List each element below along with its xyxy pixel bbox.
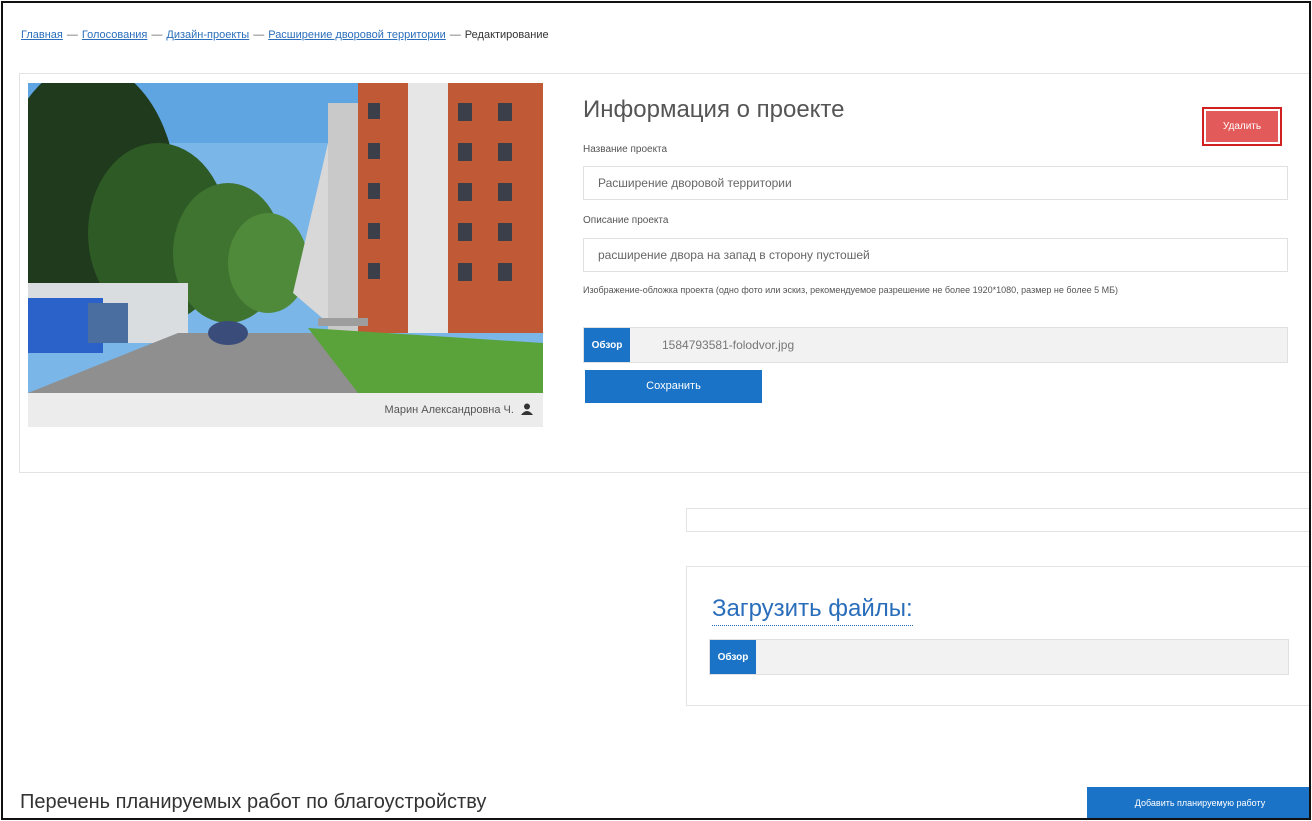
cover-image-hint: Изображение-обложка проекта (одно фото и… bbox=[583, 285, 1119, 295]
photo-author-caption: Марин Александровна Ч. bbox=[28, 393, 543, 427]
cover-browse-button[interactable]: Обзор bbox=[584, 328, 630, 362]
project-info-card: Марин Александровна Ч. Информация о прое… bbox=[19, 73, 1309, 473]
breadcrumb-separator: — bbox=[151, 29, 163, 41]
project-name-input[interactable]: Расширение дворовой территории bbox=[583, 166, 1288, 200]
upload-file-input[interactable]: Обзор bbox=[709, 639, 1289, 675]
cover-file-name: 1584793581-folodvor.jpg bbox=[662, 338, 795, 352]
delete-button-label: Удалить bbox=[1206, 111, 1278, 142]
breadcrumb-link-design-projects[interactable]: Дизайн-проекты bbox=[166, 29, 249, 41]
breadcrumb-separator: — bbox=[66, 29, 78, 41]
breadcrumb-link-project[interactable]: Расширение дворовой территории bbox=[268, 29, 446, 41]
project-description-input[interactable]: расширение двора на запад в сторону пуст… bbox=[583, 238, 1288, 272]
project-description-label: Описание проекта bbox=[583, 215, 669, 226]
project-info-section: Информация о проекте bbox=[583, 96, 1288, 124]
project-info-title: Информация о проекте bbox=[583, 96, 845, 123]
cover-image-file-input[interactable]: Обзор 1584793581-folodvor.jpg bbox=[583, 327, 1288, 363]
project-name-label: Название проекта bbox=[583, 144, 668, 155]
breadcrumb-link-home[interactable]: Главная bbox=[21, 29, 63, 41]
add-planned-work-button[interactable]: Добавить планируемую работу bbox=[1087, 787, 1309, 818]
page-frame: Главная — Голосования — Дизайн-проекты — Расши… bbox=[1, 1, 1311, 820]
empty-panel bbox=[686, 508, 1309, 532]
project-cover-photo bbox=[28, 83, 543, 393]
project-photo-container: Марин Александровна Ч. bbox=[28, 83, 543, 427]
breadcrumb-link-votes[interactable]: Голосования bbox=[82, 29, 148, 41]
breadcrumb-current: Редактирование bbox=[464, 29, 549, 41]
upload-files-card: Загрузить файлы: Обзор bbox=[686, 566, 1309, 706]
upload-browse-button[interactable]: Обзор bbox=[710, 640, 756, 674]
breadcrumb-separator: — bbox=[253, 29, 265, 41]
breadcrumb-separator: — bbox=[449, 29, 461, 41]
breadcrumb: Главная — Голосования — Дизайн-проекты — Расши… bbox=[21, 29, 549, 41]
upload-files-title: Загрузить файлы: bbox=[712, 595, 913, 626]
planned-works-title: Перечень планируемых работ по благоустро… bbox=[20, 791, 487, 813]
user-icon bbox=[521, 403, 533, 418]
photo-author-name: Марин Александровна Ч. bbox=[384, 404, 514, 416]
delete-project-button[interactable]: Удалить bbox=[1202, 107, 1282, 146]
save-button[interactable]: Сохранить bbox=[585, 370, 762, 403]
